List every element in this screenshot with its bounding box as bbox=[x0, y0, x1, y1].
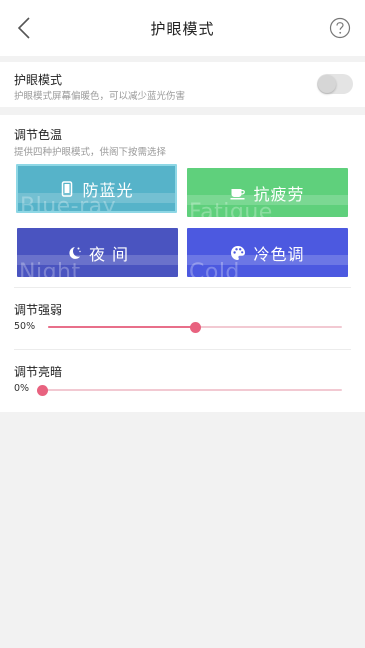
mode-content: 抗疲劳 bbox=[230, 181, 304, 205]
coffee-cup-icon bbox=[230, 188, 246, 199]
palette-icon bbox=[231, 245, 246, 260]
toggle-knob bbox=[318, 75, 336, 93]
eye-protection-screen: 护眼模式 护眼模式 护眼模式屏幕偏暖色，可以减少蓝光伤害 调节色温 提供四种护眼… bbox=[0, 0, 365, 648]
settings-panel: 调节色温 提供四种护眼模式，供阁下按需选择 Blue-ray 防蓝光 Fatig… bbox=[0, 115, 365, 412]
mode-content: 冷色调 bbox=[230, 241, 304, 265]
help-circle-icon bbox=[329, 17, 351, 39]
mode-cold-button[interactable]: Cold 冷色调 bbox=[187, 228, 348, 277]
strength-label: 调节强弱 bbox=[14, 303, 63, 317]
mode-fatigue-button[interactable]: Fatigue 抗疲劳 bbox=[187, 168, 348, 217]
mode-night-button[interactable]: Night 夜 间 bbox=[17, 228, 178, 277]
eye-mode-subtitle: 护眼模式屏幕偏暖色，可以减少蓝光伤害 bbox=[14, 91, 186, 102]
slider-thumb[interactable] bbox=[37, 385, 48, 396]
slider-thumb[interactable] bbox=[190, 322, 201, 333]
mode-label: 冷色调 bbox=[253, 244, 305, 264]
brightness-value: 0% bbox=[14, 383, 30, 394]
moon-icon bbox=[69, 246, 81, 259]
mode-label: 夜 间 bbox=[88, 244, 130, 264]
strength-value: 50% bbox=[14, 321, 36, 332]
mode-label: 防蓝光 bbox=[82, 180, 134, 200]
mode-content: 防蓝光 bbox=[59, 177, 133, 201]
page-title: 护眼模式 bbox=[150, 19, 215, 38]
brightness-label: 调节亮暗 bbox=[14, 365, 63, 379]
chevron-left-icon bbox=[17, 17, 30, 39]
divider bbox=[14, 287, 351, 288]
mode-label: 抗疲劳 bbox=[253, 184, 305, 204]
help-button[interactable] bbox=[329, 17, 351, 39]
slider-fill bbox=[48, 326, 195, 328]
strength-slider[interactable] bbox=[48, 320, 342, 334]
eye-mode-label: 护眼模式 bbox=[14, 73, 63, 87]
back-button[interactable] bbox=[8, 12, 40, 44]
eye-mode-row: 护眼模式 护眼模式屏幕偏暖色，可以减少蓝光伤害 bbox=[0, 62, 365, 107]
phone-icon bbox=[62, 180, 73, 197]
header: 护眼模式 bbox=[0, 0, 365, 56]
color-temp-label: 调节色温 bbox=[14, 128, 63, 142]
mode-content: 夜 间 bbox=[66, 241, 129, 265]
brightness-slider[interactable] bbox=[37, 383, 342, 397]
slider-track bbox=[42, 389, 342, 391]
divider bbox=[14, 349, 351, 350]
color-temp-subtitle: 提供四种护眼模式，供阁下按需选择 bbox=[14, 147, 167, 158]
mode-blue-ray-button[interactable]: Blue-ray 防蓝光 bbox=[16, 164, 177, 213]
eye-mode-toggle[interactable] bbox=[317, 74, 353, 94]
